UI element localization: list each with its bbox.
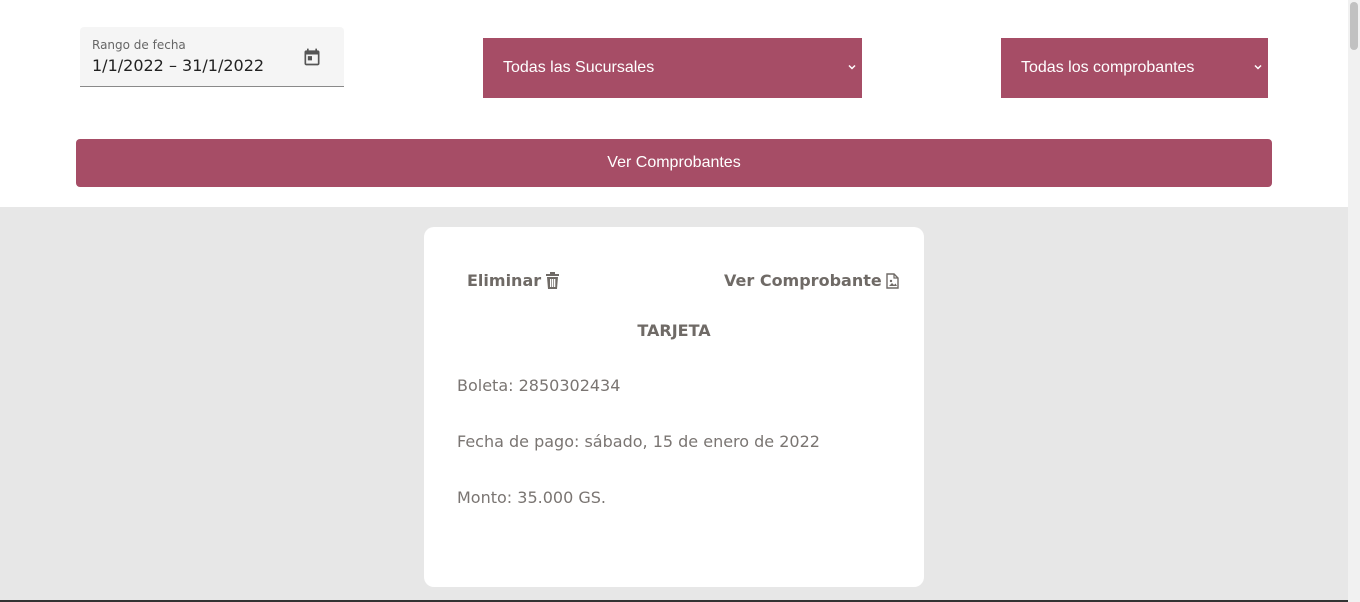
chevron-down-icon [848,64,856,70]
voucher-type-select[interactable]: Todas los comprobantes [1001,38,1268,98]
date-range-field[interactable]: Rango de fecha 1/1/2022 – 31/1/2022 [80,27,344,87]
payment-amount: Monto: 35.000 GS. [457,488,606,507]
file-image-icon [886,272,899,289]
branch-select[interactable]: Todas las Sucursales [483,38,862,98]
voucher-type-select-value: Todas los comprobantes [1021,59,1195,76]
payment-method-title: TARJETA [637,321,711,340]
scrollbar-thumb[interactable] [1350,2,1358,50]
boleta-number: Boleta: 2850302434 [457,376,621,395]
payment-date: Fecha de pago: sábado, 15 de enero de 20… [457,432,820,451]
results-area: Eliminar Ver Comprobante TARJETA Boleta:… [0,207,1348,602]
delete-button[interactable]: Eliminar [467,271,560,290]
view-vouchers-button[interactable]: Ver Comprobantes [76,139,1272,187]
delete-label: Eliminar [467,271,542,290]
vertical-scrollbar[interactable] [1348,0,1360,602]
branch-select-value: Todas las Sucursales [503,59,655,76]
chevron-down-icon [1254,64,1262,70]
voucher-card: Eliminar Ver Comprobante TARJETA Boleta:… [424,227,924,587]
date-range-label: Rango de fecha [92,38,186,52]
date-range-value[interactable]: 1/1/2022 – 31/1/2022 [92,56,264,75]
view-voucher-button[interactable]: Ver Comprobante [724,271,899,290]
filters-bar: Rango de fecha 1/1/2022 – 31/1/2022 Toda… [0,0,1348,207]
trash-icon [546,272,560,289]
calendar-icon[interactable] [302,47,322,67]
view-voucher-label: Ver Comprobante [724,271,882,290]
